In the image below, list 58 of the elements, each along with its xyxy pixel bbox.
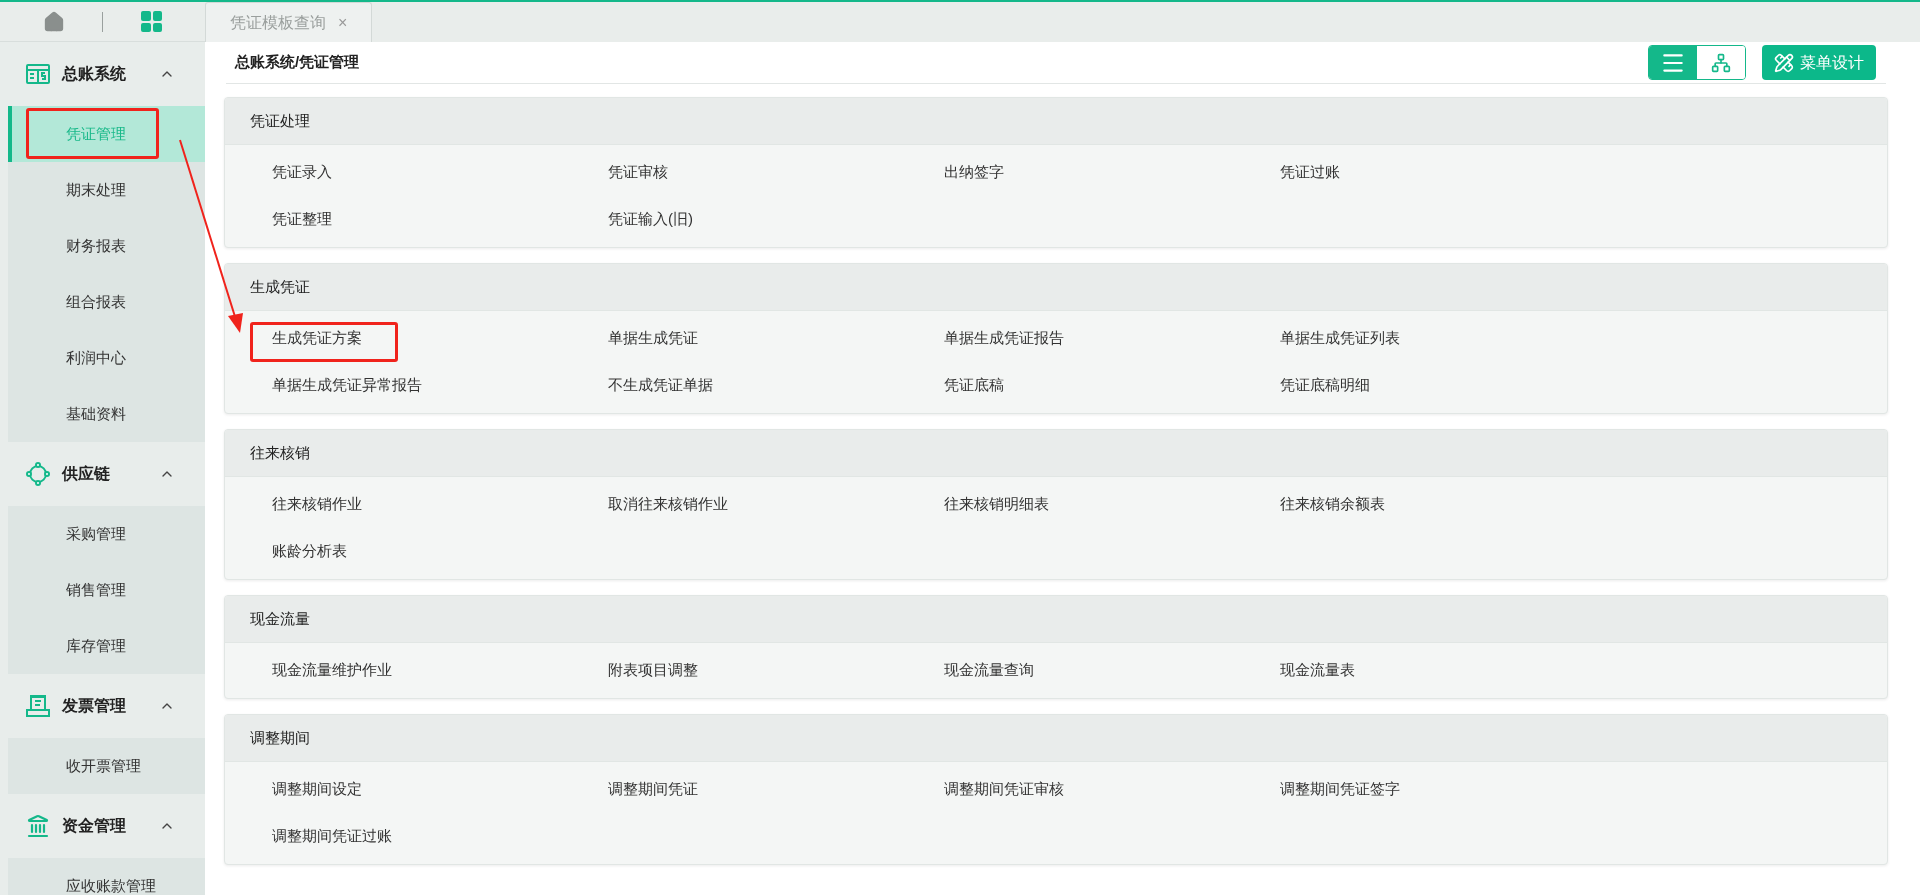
menu-link[interactable]: 凭证底稿 xyxy=(944,374,1004,397)
sidebar-item[interactable]: 库存管理 xyxy=(8,618,205,674)
menu-link[interactable]: 账龄分析表 xyxy=(272,540,347,563)
menu-link[interactable]: 凭证整理 xyxy=(272,208,332,231)
sidebar-item[interactable]: 应收账款管理 xyxy=(8,858,205,895)
section-title: 生成凭证 xyxy=(250,276,310,297)
sidebar-item[interactable]: 销售管理 xyxy=(8,562,205,618)
ledger-icon xyxy=(26,63,50,85)
pencil-ruler-icon xyxy=(1774,52,1794,73)
sidebar-group-header[interactable]: 总账系统 xyxy=(0,42,205,106)
section-title: 凭证处理 xyxy=(250,110,310,131)
sidebar-group-header[interactable]: 供应链 xyxy=(0,442,205,506)
sidebar-group-header[interactable]: 发票管理 xyxy=(0,674,205,738)
section-title: 调整期间 xyxy=(250,727,310,748)
menu-link[interactable]: 附表项目调整 xyxy=(608,659,698,682)
sidebar-group-header[interactable]: 资金管理 xyxy=(0,794,205,858)
sidebar-item[interactable]: 利润中心 xyxy=(8,330,205,386)
menu-link[interactable]: 凭证录入 xyxy=(272,161,332,184)
menu-link[interactable]: 凭证输入(旧) xyxy=(608,208,693,231)
menu-link[interactable]: 取消往来核销作业 xyxy=(608,493,728,516)
menu-link[interactable]: 往来核销作业 xyxy=(272,493,362,516)
menu-link[interactable]: 不生成凭证单据 xyxy=(608,374,713,397)
menu-link[interactable]: 单据生成凭证异常报告 xyxy=(272,374,422,397)
menu-link[interactable]: 现金流量维护作业 xyxy=(272,659,392,682)
sidebar-item[interactable]: 财务报表 xyxy=(8,218,205,274)
gear-icon xyxy=(26,462,50,486)
sidebar-item[interactable]: 基础资料 xyxy=(8,386,205,442)
tab-label: 凭证模板查询 xyxy=(230,12,326,33)
home-button[interactable] xyxy=(42,10,65,33)
sidebar-item[interactable]: 组合报表 xyxy=(8,274,205,330)
menu-link[interactable]: 调整期间凭证签字 xyxy=(1280,778,1400,801)
menu-link[interactable]: 单据生成凭证列表 xyxy=(1280,327,1400,350)
sidebar-item[interactable]: 期末处理 xyxy=(8,162,205,218)
view-toggle-button[interactable] xyxy=(1649,46,1697,79)
apps-button[interactable] xyxy=(141,11,163,32)
menu-link[interactable]: 调整期间凭证 xyxy=(608,778,698,801)
breadcrumb: 总账系统/凭证管理 xyxy=(233,52,360,73)
menu-link[interactable]: 凭证底稿明细 xyxy=(1280,374,1370,397)
menu-link[interactable]: 凭证过账 xyxy=(1280,161,1340,184)
menu-link[interactable]: 凭证审核 xyxy=(608,161,668,184)
menu-link[interactable]: 出纳签字 xyxy=(944,161,1004,184)
menu-link[interactable]: 单据生成凭证 xyxy=(608,327,698,350)
menu-link[interactable]: 往来核销余额表 xyxy=(1280,493,1385,516)
menu-link[interactable]: 调整期间设定 xyxy=(272,778,362,801)
sidebar-item[interactable]: 收开票管理 xyxy=(8,738,205,794)
menu-link[interactable]: 现金流量表 xyxy=(1280,659,1355,682)
sitemap-icon xyxy=(1711,52,1731,73)
menu-link[interactable]: 现金流量查询 xyxy=(944,659,1034,682)
menu-link[interactable]: 生成凭证方案 xyxy=(272,327,362,350)
menu-link[interactable]: 往来核销明细表 xyxy=(944,493,1049,516)
menu-link[interactable]: 调整期间凭证审核 xyxy=(944,778,1064,801)
receipt-icon xyxy=(26,694,50,718)
section-title: 现金流量 xyxy=(250,608,310,629)
sidebar-item[interactable]: 采购管理 xyxy=(8,506,205,562)
section-title: 往来核销 xyxy=(250,442,310,463)
menu-link[interactable]: 调整期间凭证过账 xyxy=(272,825,392,848)
bank-icon xyxy=(26,814,50,838)
menu-link[interactable]: 单据生成凭证报告 xyxy=(944,327,1064,350)
